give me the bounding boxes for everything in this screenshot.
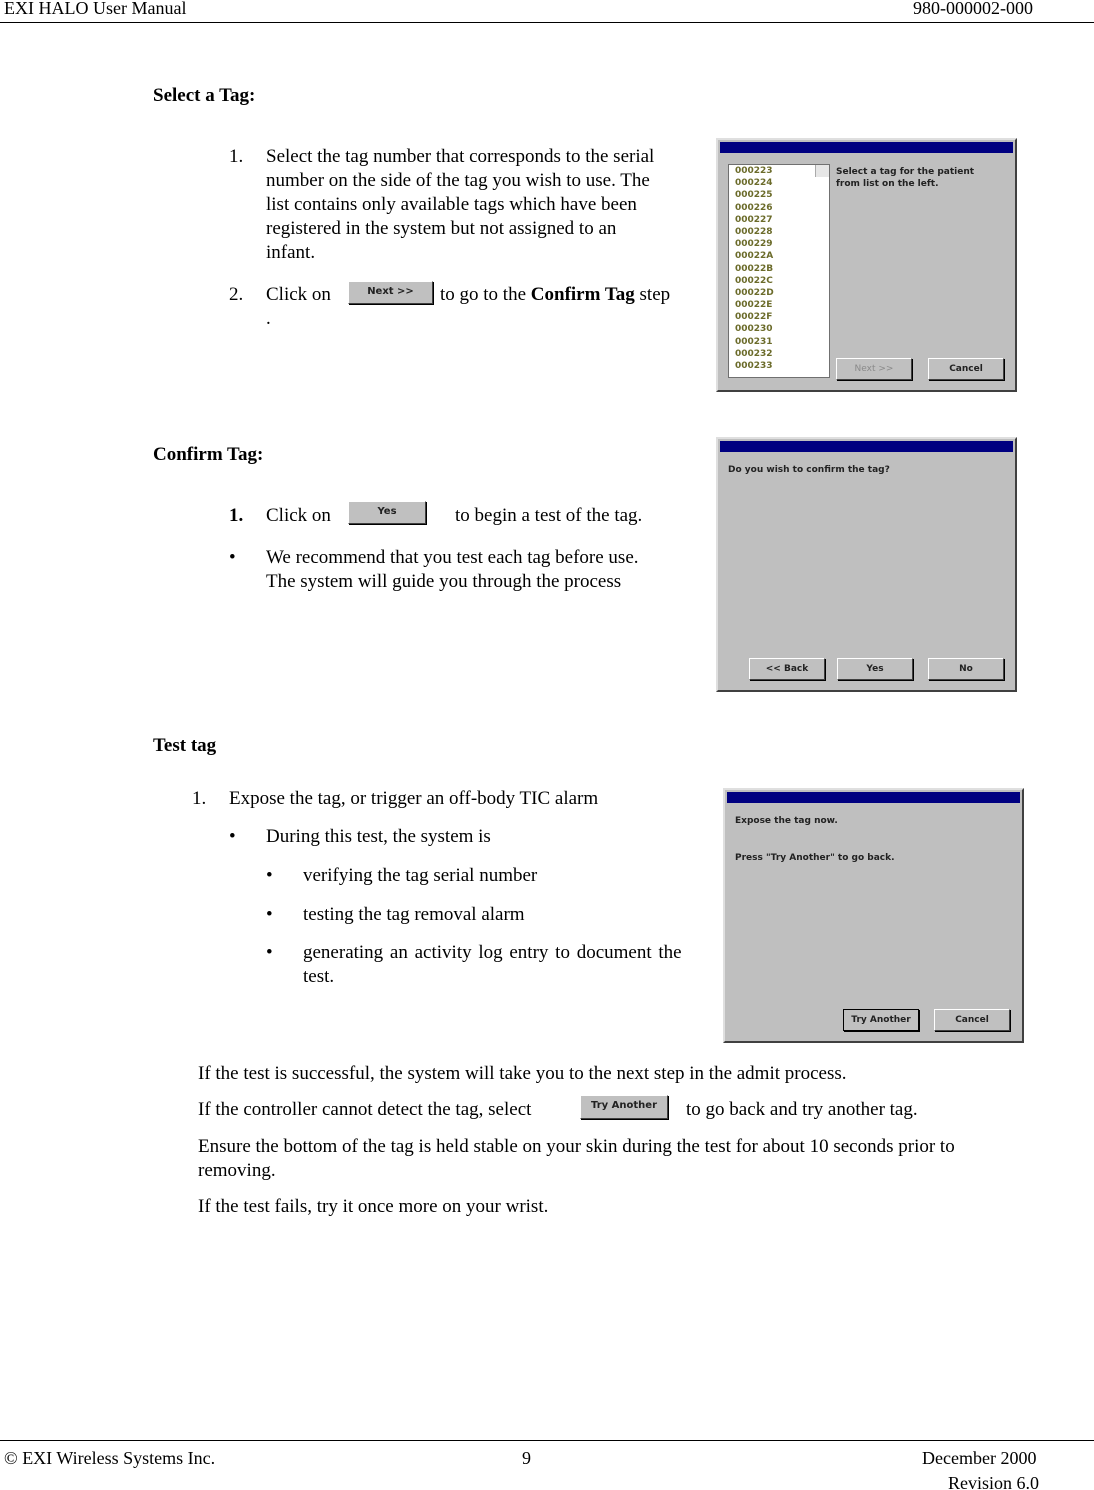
- step1-line: Select the tag number that corresponds t…: [266, 146, 655, 167]
- tag-list-item[interactable]: 00022F: [732, 311, 829, 323]
- try-another-button-image: Try Another: [580, 1095, 668, 1119]
- step1-line: list contains only available tags which …: [266, 194, 637, 215]
- test-item-cont: test.: [303, 966, 335, 987]
- section-heading-select: Select a Tag:: [153, 85, 256, 106]
- tag-list-item[interactable]: 00022D: [732, 287, 829, 299]
- step2-bold: Confirm Tag: [530, 284, 635, 305]
- test-item: verifying the tag serial number: [303, 865, 538, 886]
- no-button[interactable]: No: [928, 658, 1004, 680]
- tag-list-item[interactable]: 000224: [732, 177, 829, 189]
- copyright-icon: ©: [4, 1448, 18, 1468]
- step-number: 1.: [229, 146, 244, 167]
- company-name: EXI Wireless Systems Inc.: [22, 1448, 216, 1468]
- bullet: •: [229, 826, 236, 847]
- tag-list-item[interactable]: 000233: [732, 360, 829, 372]
- dialog-message: Select a tag for the patient from list o…: [836, 167, 975, 189]
- paragraph: removing.: [198, 1160, 276, 1181]
- paragraph: Ensure the bottom of the tag is held sta…: [198, 1136, 955, 1157]
- tag-list-item[interactable]: 000230: [732, 323, 829, 335]
- section-heading-test: Test tag: [153, 735, 217, 756]
- back-button[interactable]: << Back: [749, 658, 825, 680]
- try-another-button[interactable]: Try Another: [843, 1009, 919, 1031]
- step2-post: step: [639, 284, 671, 305]
- paragraph: If the controller cannot detect the tag,…: [198, 1099, 532, 1120]
- step1-line: infant.: [266, 242, 316, 263]
- tag-list-item[interactable]: 00022B: [732, 263, 829, 275]
- confirm-text: to begin a test of the tag.: [455, 505, 643, 526]
- header-title: EXI HALO User Manual: [4, 0, 187, 18]
- bullet: •: [266, 865, 273, 886]
- title-bar: [727, 792, 1020, 803]
- tag-list-item[interactable]: 000225: [732, 189, 829, 201]
- paragraph: If the test fails, try it once more on y…: [198, 1196, 549, 1217]
- tag-list[interactable]: 000223 000224 000225 000226 000227 000228 0002…: [728, 164, 830, 378]
- tag-list-item[interactable]: 00022A: [732, 250, 829, 262]
- page-number: 9: [522, 1448, 531, 1468]
- step1-line: number on the side of the tag you wish t…: [266, 170, 650, 191]
- cancel-button[interactable]: Cancel: [928, 358, 1004, 380]
- test-tag-dialog: Expose the tag now. Press "Try Another" …: [723, 788, 1024, 1043]
- bullet-line: We recommend that you test each tag befo…: [266, 547, 639, 568]
- tag-list-item[interactable]: 000231: [732, 336, 829, 348]
- next-button[interactable]: Next >>: [836, 358, 912, 380]
- dialog-line: Expose the tag now.: [735, 816, 838, 826]
- step-number: 1.: [192, 788, 207, 809]
- test-item: testing the tag removal alarm: [303, 904, 525, 925]
- title-bar: [720, 441, 1013, 452]
- tag-list-item[interactable]: 00022C: [732, 275, 829, 287]
- tag-list-item[interactable]: 00022E: [732, 299, 829, 311]
- header-doc-number: 980-000002-000: [913, 0, 1033, 18]
- step-number: 2.: [229, 284, 244, 305]
- step2-text: Click on: [266, 284, 331, 305]
- dialog-line: Press "Try Another" to go back.: [735, 853, 895, 863]
- tag-list-item[interactable]: 000229: [732, 238, 829, 250]
- dialog-message: Do you wish to confirm the tag?: [728, 465, 890, 475]
- test-item: generating an activity log entry to docu…: [303, 942, 682, 963]
- step-number: 1.: [229, 505, 244, 526]
- tag-list-item[interactable]: 000232: [732, 348, 829, 360]
- footer-company: © EXI Wireless Systems Inc.: [4, 1448, 215, 1468]
- bullet-line: The system will guide you through the pr…: [266, 571, 622, 592]
- tag-list-item[interactable]: 000228: [732, 226, 829, 238]
- title-bar: [720, 142, 1013, 153]
- step2-cont: .: [266, 308, 271, 329]
- step1-line: registered in the system but not assigne…: [266, 218, 617, 239]
- footer-rule: [0, 1440, 1094, 1441]
- yes-button[interactable]: Yes: [837, 658, 913, 680]
- manual-page: EXI HALO User Manual 980-000002-000 Sele…: [0, 0, 1094, 1490]
- bullet: •: [266, 942, 273, 963]
- footer-date: December 2000: [922, 1448, 1037, 1468]
- paragraph: to go back and try another tag.: [686, 1099, 918, 1120]
- section-heading-confirm: Confirm Tag:: [153, 444, 264, 465]
- scrollbar[interactable]: [815, 165, 829, 178]
- test-step: Expose the tag, or trigger an off-body T…: [229, 788, 599, 809]
- bullet: •: [229, 547, 236, 568]
- step2-text: to go to the Confirm Tag step: [440, 283, 670, 307]
- header-rule: [0, 22, 1094, 23]
- bullet: •: [266, 904, 273, 925]
- next-button-image: Next >>: [348, 281, 433, 304]
- tag-list-item[interactable]: 000226: [732, 202, 829, 214]
- cancel-button[interactable]: Cancel: [934, 1009, 1010, 1031]
- confirm-tag-dialog: Do you wish to confirm the tag? << Back …: [716, 437, 1017, 692]
- footer-revision: Revision 6.0: [948, 1473, 1040, 1490]
- select-tag-dialog: 000223 000224 000225 000226 000227 000228 0002…: [716, 138, 1017, 392]
- test-sub: During this test, the system is: [266, 826, 491, 847]
- step2-mid: to go to the: [440, 284, 527, 305]
- yes-button-image: Yes: [348, 501, 426, 524]
- confirm-text: Click on: [266, 505, 331, 526]
- tag-list-item[interactable]: 000227: [732, 214, 829, 226]
- paragraph: If the test is successful, the system wi…: [198, 1063, 847, 1084]
